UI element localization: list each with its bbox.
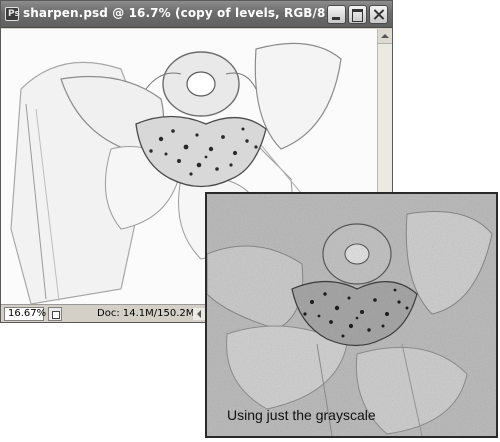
status-menu-icon[interactable] — [48, 307, 62, 321]
image-caption: Using just the grayscale — [227, 407, 376, 423]
window-title: sharpen.psd @ 16.7% (copy of levels, RGB… — [23, 6, 332, 20]
minimize-button[interactable] — [327, 5, 346, 24]
grayscale-comparison-image: Using just the grayscale — [205, 192, 498, 438]
document-size-info[interactable]: Doc: 14.1M/150.2M — [97, 308, 194, 319]
zoom-level-field[interactable]: 16.67% — [4, 307, 46, 321]
maximize-button[interactable] — [348, 5, 367, 24]
title-bar[interactable]: Ps sharpen.psd @ 16.7% (copy of levels, … — [1, 1, 392, 28]
document-icon-label: Ps — [8, 9, 20, 19]
close-button[interactable] — [369, 5, 388, 24]
document-icon: Ps — [5, 7, 20, 21]
orchid-grayscale-image — [207, 194, 496, 436]
scroll-up-arrow-icon[interactable] — [378, 29, 392, 44]
